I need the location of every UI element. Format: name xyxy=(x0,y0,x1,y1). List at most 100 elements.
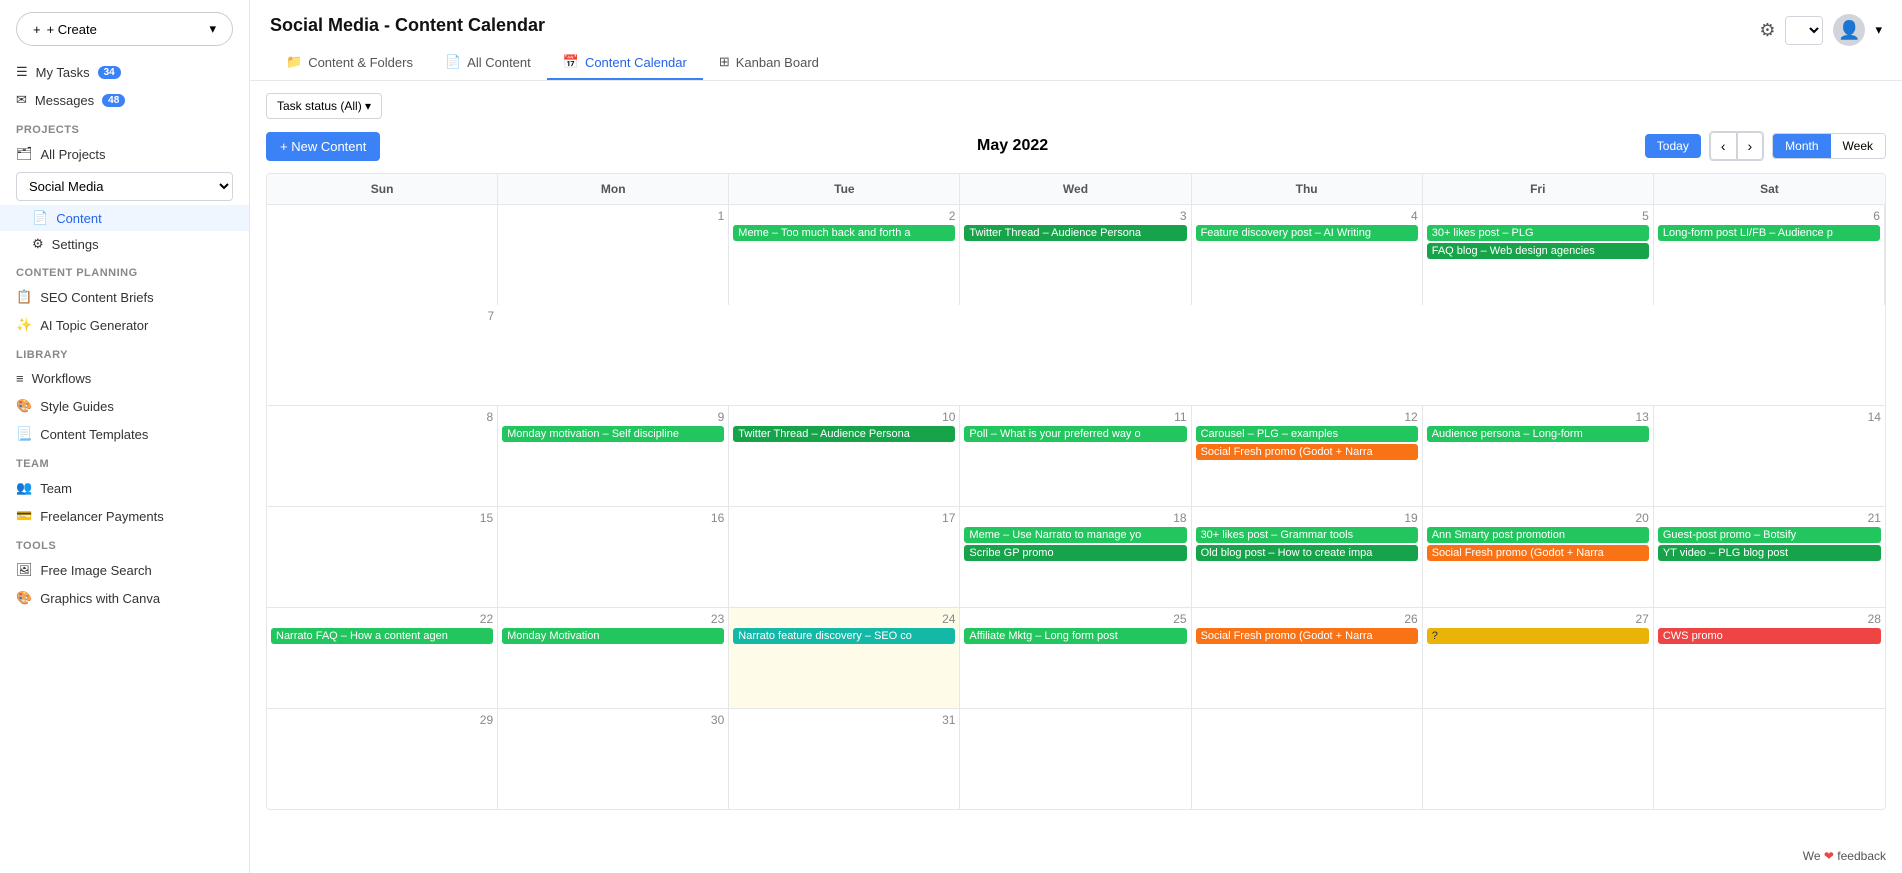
calendar-cell[interactable]: 1 xyxy=(498,205,729,305)
messages-nav[interactable]: ✉ Messages 48 xyxy=(0,86,249,114)
calendar-event[interactable]: Narrato feature discovery – SEO co xyxy=(733,628,955,644)
calendar-cell[interactable]: 31 xyxy=(729,709,960,809)
calendar-cell[interactable]: 21Guest-post promo – BotsifyYT video – P… xyxy=(1654,507,1885,607)
workflows-nav[interactable]: ≡ Workflows xyxy=(0,365,249,392)
calendar-cell[interactable] xyxy=(1423,709,1654,809)
calendar-event[interactable]: Social Fresh promo (Godot + Narra xyxy=(1196,628,1418,644)
tab-content-folders[interactable]: 📁 Content & Folders xyxy=(270,46,429,80)
month-view-button[interactable]: Month xyxy=(1773,134,1830,158)
calendar-event[interactable]: Monday motivation – Self discipline xyxy=(502,426,724,442)
workspace-select[interactable] xyxy=(1785,16,1823,45)
calendar-cell[interactable]: 14 xyxy=(1654,406,1885,506)
calendar-cell[interactable]: 4Feature discovery post – AI Writing xyxy=(1192,205,1423,305)
calendar-event[interactable]: Feature discovery post – AI Writing xyxy=(1196,225,1418,241)
calendar-cell[interactable]: 26Social Fresh promo (Godot + Narra xyxy=(1192,608,1423,708)
calendar-event[interactable]: Twitter Thread – Audience Persona xyxy=(964,225,1186,241)
calendar-cell[interactable]: 10Twitter Thread – Audience Persona xyxy=(729,406,960,506)
calendar-event[interactable]: ? xyxy=(1427,628,1649,644)
sidebar: + + Create ▾ ☰ My Tasks 34 ✉ Messages 48… xyxy=(0,0,250,873)
next-month-button[interactable]: › xyxy=(1737,132,1764,160)
calendar-cell[interactable]: 24Narrato feature discovery – SEO co xyxy=(729,608,960,708)
calendar-cell[interactable]: 1930+ likes post – Grammar toolsOld blog… xyxy=(1192,507,1423,607)
calendar-event[interactable]: Scribe GP promo xyxy=(964,545,1186,561)
calendar-event[interactable]: Carousel – PLG – examples xyxy=(1196,426,1418,442)
free-image-label: Free Image Search xyxy=(41,563,152,578)
calendar-event[interactable]: 30+ likes post – PLG xyxy=(1427,225,1649,241)
calendar-event[interactable]: Social Fresh promo (Godot + Narra xyxy=(1427,545,1649,561)
calendar-event[interactable]: YT video – PLG blog post xyxy=(1658,545,1881,561)
team-nav[interactable]: 👥 Team xyxy=(0,474,249,502)
settings-sub-item[interactable]: ⚙ Settings xyxy=(0,231,249,257)
calendar-day-header: Sun xyxy=(267,174,498,204)
calendar-cell[interactable] xyxy=(960,709,1191,809)
calendar-date-number: 20 xyxy=(1427,511,1649,525)
calendar-cell[interactable]: 28CWS promo xyxy=(1654,608,1885,708)
style-guides-nav[interactable]: 🎨 Style Guides xyxy=(0,392,249,420)
all-projects-nav[interactable]: 🗂 All Projects xyxy=(0,140,249,168)
calendar-cell[interactable]: 11Poll – What is your preferred way o xyxy=(960,406,1191,506)
prev-month-button[interactable]: ‹ xyxy=(1710,132,1737,160)
calendar-cell[interactable]: 7 xyxy=(267,305,498,405)
calendar-cell[interactable]: 13Audience persona – Long-form xyxy=(1423,406,1654,506)
calendar-cell[interactable] xyxy=(1192,709,1423,809)
calendar-cell[interactable]: 15 xyxy=(267,507,498,607)
calendar-cell[interactable]: 9Monday motivation – Self discipline xyxy=(498,406,729,506)
week-view-button[interactable]: Week xyxy=(1831,134,1885,158)
calendar-cell[interactable]: 25 Affiliate Mktg – Long form post xyxy=(960,608,1191,708)
calendar-event[interactable]: Affiliate Mktg – Long form post xyxy=(964,628,1186,644)
calendar-cell[interactable]: 30 xyxy=(498,709,729,809)
calendar-cell[interactable] xyxy=(1654,709,1885,809)
calendar-cell[interactable]: 22Narrato FAQ – How a content agen xyxy=(267,608,498,708)
calendar-event[interactable]: Monday Motivation xyxy=(502,628,724,644)
calendar-event[interactable]: Narrato FAQ – How a content agen xyxy=(271,628,493,644)
calendar-cell[interactable]: 27? xyxy=(1423,608,1654,708)
calendar-event[interactable]: Ann Smarty post promotion xyxy=(1427,527,1649,543)
graphics-nav[interactable]: 🎨 Graphics with Canva xyxy=(0,584,249,612)
calendar-cell[interactable]: 12Carousel – PLG – examplesSocial Fresh … xyxy=(1192,406,1423,506)
calendar-cell[interactable]: 16 xyxy=(498,507,729,607)
seo-nav[interactable]: 📋 SEO Content Briefs xyxy=(0,283,249,311)
calendar-cell[interactable]: 2Meme – Too much back and forth a xyxy=(729,205,960,305)
calendar-event[interactable]: CWS promo xyxy=(1658,628,1881,644)
calendar-cell[interactable] xyxy=(267,205,498,305)
user-avatar[interactable]: 👤 xyxy=(1833,14,1865,46)
create-button[interactable]: + + Create ▾ xyxy=(16,12,233,46)
freelancer-nav[interactable]: 💳 Freelancer Payments xyxy=(0,502,249,530)
calendar-event[interactable]: Old blog post – How to create impa xyxy=(1196,545,1418,561)
new-content-button[interactable]: + New Content xyxy=(266,132,380,161)
calendar-cell[interactable]: 8 xyxy=(267,406,498,506)
calendar-date-number: 25 xyxy=(964,612,1186,626)
calendar-cell[interactable]: 17 xyxy=(729,507,960,607)
avatar-chevron[interactable]: ▾ xyxy=(1875,22,1882,38)
tab-all-content[interactable]: 📄 All Content xyxy=(429,46,547,80)
calendar-cell[interactable]: 29 xyxy=(267,709,498,809)
ai-topic-nav[interactable]: ✨ AI Topic Generator xyxy=(0,311,249,339)
free-image-nav[interactable]: 🖼 Free Image Search xyxy=(0,556,249,584)
calendar-cell[interactable]: 18Meme – Use Narrato to manage yoScribe … xyxy=(960,507,1191,607)
calendar-event[interactable]: FAQ blog – Web design agencies xyxy=(1427,243,1649,259)
calendar-event[interactable]: Social Fresh promo (Godot + Narra xyxy=(1196,444,1418,460)
task-status-filter[interactable]: Task status (All) ▾ xyxy=(266,93,382,119)
calendar-event[interactable]: Guest-post promo – Botsify xyxy=(1658,527,1881,543)
content-templates-nav[interactable]: 📃 Content Templates xyxy=(0,420,249,448)
calendar-cell[interactable]: 3Twitter Thread – Audience Persona xyxy=(960,205,1191,305)
calendar-event[interactable]: Audience persona – Long-form xyxy=(1427,426,1649,442)
calendar-event[interactable]: Poll – What is your preferred way o xyxy=(964,426,1186,442)
calendar-event[interactable]: 30+ likes post – Grammar tools xyxy=(1196,527,1418,543)
calendar-event[interactable]: Meme – Too much back and forth a xyxy=(733,225,955,241)
today-button[interactable]: Today xyxy=(1645,134,1701,158)
tab-content-calendar[interactable]: 📅 Content Calendar xyxy=(547,46,703,80)
calendar-cell[interactable]: 530+ likes post – PLGFAQ blog – Web desi… xyxy=(1423,205,1654,305)
content-sub-item[interactable]: 📄 Content xyxy=(0,205,249,231)
tab-kanban-board[interactable]: ⊞ Kanban Board xyxy=(703,46,835,80)
project-select[interactable]: Social Media xyxy=(16,172,233,201)
settings-icon[interactable]: ⚙ xyxy=(1759,20,1775,41)
calendar-event[interactable]: Long-form post LI/FB – Audience p xyxy=(1658,225,1880,241)
calendar-event[interactable]: Meme – Use Narrato to manage yo xyxy=(964,527,1186,543)
calendar-cell[interactable]: 23Monday Motivation xyxy=(498,608,729,708)
my-tasks-nav[interactable]: ☰ My Tasks 34 xyxy=(0,58,249,86)
calendar-event[interactable]: Twitter Thread – Audience Persona xyxy=(733,426,955,442)
calendar-cell[interactable]: 6Long-form post LI/FB – Audience p xyxy=(1654,205,1885,305)
calendar-cell[interactable]: 20 Ann Smarty post promotion Social Fresh … xyxy=(1423,507,1654,607)
calendar-date-number: 14 xyxy=(1658,410,1881,424)
